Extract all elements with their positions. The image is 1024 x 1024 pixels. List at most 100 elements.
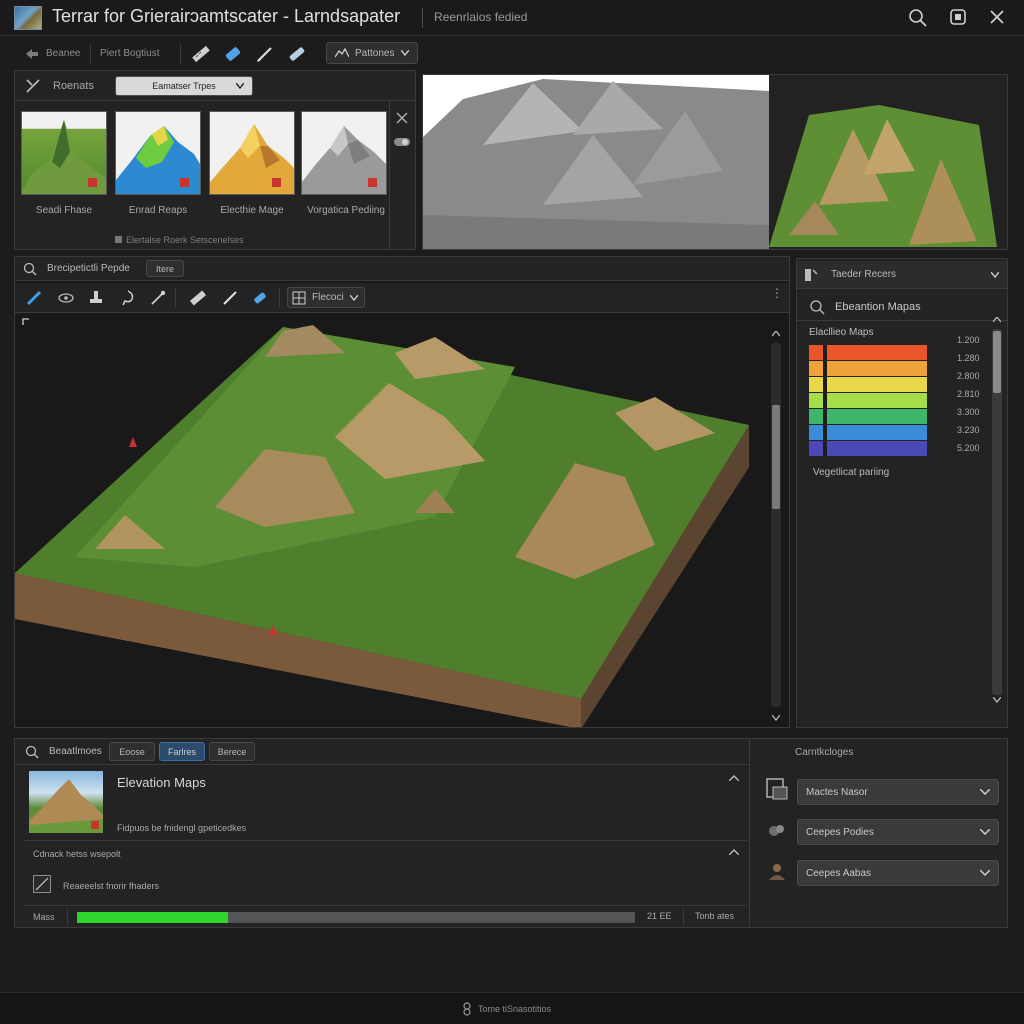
viewport-tab[interactable]: Itere [146, 260, 184, 277]
pen-tool-icon[interactable] [254, 43, 276, 65]
chevron-down-icon [980, 789, 990, 795]
chevron-up-icon[interactable] [729, 775, 739, 781]
viewport-scrollbar[interactable] [769, 329, 783, 725]
preset-thumb-3[interactable] [209, 111, 295, 195]
bottom-header: Beaatlmoes Eoose Farlres Berece [15, 739, 749, 765]
patterns-dropdown[interactable]: Pattones [326, 42, 418, 64]
grid-icon [292, 291, 306, 304]
elevation-card-title: Elevation Maps [117, 775, 206, 790]
presets-header: Roenats Eamatser Trpes [15, 71, 415, 101]
legend-search-label: Ebeantion Mapas [835, 301, 921, 313]
heightmap-preview [423, 75, 769, 249]
preset-type-dropdown-label: Eamatser Trpes [152, 81, 216, 91]
preset-badge [180, 178, 189, 187]
elevation-card[interactable]: Elevation Maps Fidpuos be fnidengl gpeti… [23, 767, 747, 841]
pipette-tool-icon[interactable] [149, 289, 167, 307]
section-header[interactable]: Cdnack hetss wsepolt [23, 843, 747, 865]
search-icon[interactable] [908, 8, 928, 28]
legend-band-marker [823, 409, 827, 424]
eraser-tool-icon[interactable] [251, 289, 269, 307]
tools-icon [25, 78, 41, 94]
bottom-panel: Beaatlmoes Eoose Farlres Berece Carntkcl… [14, 738, 1008, 928]
bottom-tab-1[interactable]: Eoose [109, 742, 155, 761]
ruler-tool-icon[interactable] [190, 43, 212, 65]
select-1[interactable]: Mactes Nasor [797, 779, 999, 805]
legend-color-band [809, 441, 927, 456]
lasso-tool-icon[interactable] [119, 289, 137, 307]
bottom-search-icon[interactable] [25, 745, 39, 759]
preset-badge [368, 178, 377, 187]
toolbar-back-icon[interactable] [24, 47, 40, 61]
scroll-down-icon[interactable] [772, 715, 780, 721]
select-3-label: Ceepes Aabas [806, 867, 872, 879]
bottom-tab-3[interactable]: Berece [209, 742, 255, 761]
scrollbar-thumb[interactable] [993, 331, 1001, 393]
toggle-icon[interactable] [393, 135, 411, 149]
select-3[interactable]: Ceepes Aabas [797, 860, 999, 886]
progress-bar [77, 912, 635, 923]
preset-label-1: Seadi Fhase [35, 205, 93, 216]
preset-type-dropdown[interactable]: Eamatser Trpes [115, 76, 253, 96]
layers-dropdown-label: Taeder Recers [831, 269, 897, 280]
preset-thumb-4[interactable] [301, 111, 387, 195]
bottom-tab-2[interactable]: Farlres [159, 742, 205, 761]
legend-value: 2.810 [957, 389, 980, 399]
legend-band-marker [823, 441, 827, 456]
ruler-tool-icon[interactable] [189, 289, 207, 307]
chevron-up-icon[interactable] [729, 849, 739, 855]
presets-footer-label: Elertalse Roerk Setscenelses [126, 235, 244, 245]
toolbar-separator [90, 44, 91, 64]
eraser-tool-icon[interactable] [222, 43, 244, 65]
scroll-up-icon[interactable] [772, 331, 780, 337]
close-tool-icon[interactable] [395, 111, 409, 125]
select-1-label: Mactes Nasor [806, 786, 868, 798]
title-separator [422, 8, 423, 28]
presets-footer: Elertalse Roerk Setscenelses [115, 235, 244, 245]
viewport-header: Brecipetictli Pepde Itere [15, 257, 789, 281]
toolbar-item-beanee[interactable]: Beanee [46, 48, 80, 59]
viewport-toolbar: Flecoci ⋮ [15, 283, 789, 313]
stamp-tool-icon[interactable] [87, 289, 105, 307]
terrain-3d-view[interactable] [15, 317, 769, 727]
eye-tool-icon[interactable] [57, 289, 75, 307]
select-2[interactable]: Ceepes Podies [797, 819, 999, 845]
viewport-search-icon[interactable] [23, 262, 37, 276]
legend-band-marker [823, 361, 827, 376]
scroll-up-icon[interactable] [993, 317, 1001, 323]
brush-tool-icon[interactable] [286, 43, 308, 65]
progress-separator [683, 908, 684, 926]
layers-dropdown[interactable]: Taeder Recers [797, 261, 1007, 289]
scroll-track-inner [771, 343, 781, 707]
toolbar-item-piert[interactable]: Piert Bogtiust [100, 48, 159, 59]
progress-fill [77, 912, 228, 923]
tool-mode-dropdown[interactable]: Flecoci [287, 287, 365, 308]
app-icon [14, 6, 42, 30]
user-icon [767, 861, 787, 881]
status-icon [462, 1002, 472, 1016]
status-text: Tome tiSnasotitios [478, 1004, 552, 1014]
restore-icon[interactable] [949, 8, 967, 26]
layers-scrollbar[interactable] [991, 315, 1003, 707]
chevron-down-icon [991, 271, 999, 278]
card-badge [91, 821, 99, 829]
chevron-down-icon [236, 83, 244, 89]
legend-band-marker [823, 377, 827, 392]
more-options-icon[interactable]: ⋮ [771, 287, 783, 299]
legend-color-band [809, 409, 927, 424]
preset-badge [272, 178, 281, 187]
close-icon[interactable] [988, 8, 1006, 26]
legend-search[interactable]: Ebeantion Mapas [797, 293, 1007, 321]
legend-color-band [809, 393, 927, 408]
checkbox[interactable] [33, 875, 51, 893]
tool-mode-dropdown-label: Flecoci [312, 292, 344, 303]
scroll-down-icon[interactable] [993, 697, 1001, 703]
scrollbar-thumb[interactable] [772, 405, 780, 509]
bottom-header-label: Beaatlmoes [49, 746, 102, 757]
toolbar-separator [175, 288, 176, 308]
legend-value: 3.230 [957, 425, 980, 435]
pen-tool-icon[interactable] [221, 289, 239, 307]
preset-thumb-2[interactable] [115, 111, 201, 195]
preset-thumb-1[interactable] [21, 111, 107, 195]
terrain-preview [769, 75, 1007, 249]
brush-tool-icon[interactable] [25, 289, 43, 307]
